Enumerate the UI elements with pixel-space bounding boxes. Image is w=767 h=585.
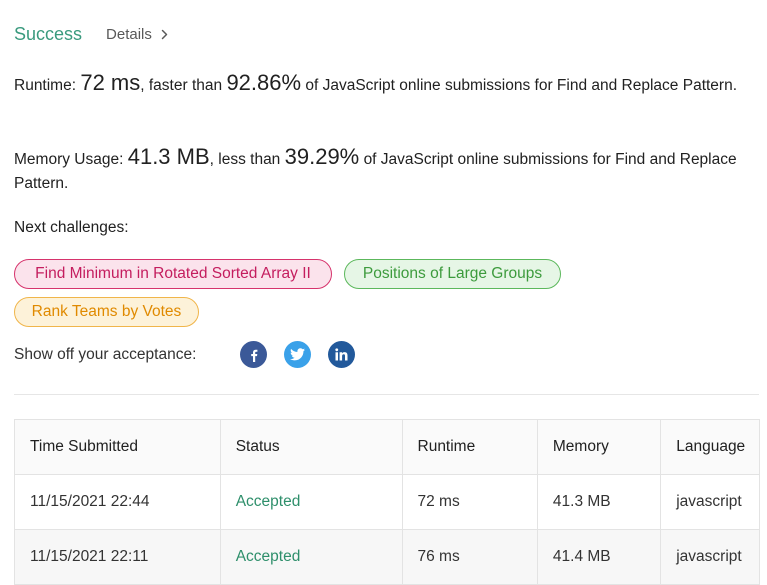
cell-runtime: 76 ms: [401, 529, 538, 585]
cell-language: javascript: [660, 529, 760, 585]
section-divider: [14, 394, 759, 395]
cell-time: 11/15/2021 22:11: [14, 529, 221, 585]
memory-tail-text: of JavaScript online submissions for Fin…: [14, 151, 737, 192]
cell-time: 11/15/2021 22:44: [14, 474, 221, 530]
facebook-icon[interactable]: [240, 341, 267, 368]
memory-label: Memory Usage:: [14, 151, 124, 168]
twitter-icon[interactable]: [284, 341, 311, 368]
column-header-status: Status: [219, 419, 403, 475]
column-header-runtime: Runtime: [401, 419, 538, 475]
runtime-percent: 92.86%: [226, 70, 302, 95]
chevron-right-icon: [161, 29, 168, 40]
cell-language: javascript: [660, 474, 760, 530]
memory-summary: Memory Usage: 41.3 MB, less than 39.29% …: [14, 145, 749, 196]
result-header: Success Details: [14, 24, 168, 45]
cell-memory: 41.3 MB: [536, 474, 662, 530]
runtime-summary: Runtime: 72 ms, faster than 92.86% of Ja…: [14, 71, 749, 98]
runtime-tail-text: of JavaScript online submissions for Fin…: [305, 77, 738, 94]
memory-value: 41.3 MB: [127, 144, 210, 169]
runtime-mid-text: , faster than: [140, 77, 223, 94]
details-label: Details: [106, 26, 152, 43]
column-header-language: Language: [660, 419, 760, 475]
details-link[interactable]: Details: [106, 26, 168, 43]
share-label: Show off your acceptance:: [14, 346, 197, 363]
table-row: 11/15/2021 22:11 Accepted 76 ms 41.4 MB …: [14, 529, 760, 585]
next-challenge-medium[interactable]: Rank Teams by Votes: [14, 297, 199, 327]
table-header-row: Time Submitted Status Runtime Memory Lan…: [14, 419, 760, 475]
next-challenge-hard[interactable]: Find Minimum in Rotated Sorted Array II: [14, 259, 332, 289]
column-header-memory: Memory: [536, 419, 662, 475]
submissions-table: Time Submitted Status Runtime Memory Lan…: [14, 419, 760, 585]
next-challenge-easy[interactable]: Positions of Large Groups: [344, 259, 561, 289]
cell-status-link[interactable]: Accepted: [219, 474, 403, 530]
cell-runtime: 72 ms: [401, 474, 538, 530]
status-success: Success: [14, 24, 83, 44]
linkedin-icon[interactable]: [328, 341, 355, 368]
memory-percent: 39.29%: [284, 144, 360, 169]
cell-status-link[interactable]: Accepted: [219, 529, 403, 585]
cell-memory: 41.4 MB: [536, 529, 662, 585]
table-row: 11/15/2021 22:44 Accepted 72 ms 41.3 MB …: [14, 474, 760, 530]
column-header-time: Time Submitted: [14, 419, 221, 475]
runtime-value: 72 ms: [80, 70, 141, 95]
next-challenges-label: Next challenges:: [14, 219, 129, 236]
memory-mid-text: , less than: [209, 151, 281, 168]
runtime-label: Runtime:: [14, 77, 77, 94]
